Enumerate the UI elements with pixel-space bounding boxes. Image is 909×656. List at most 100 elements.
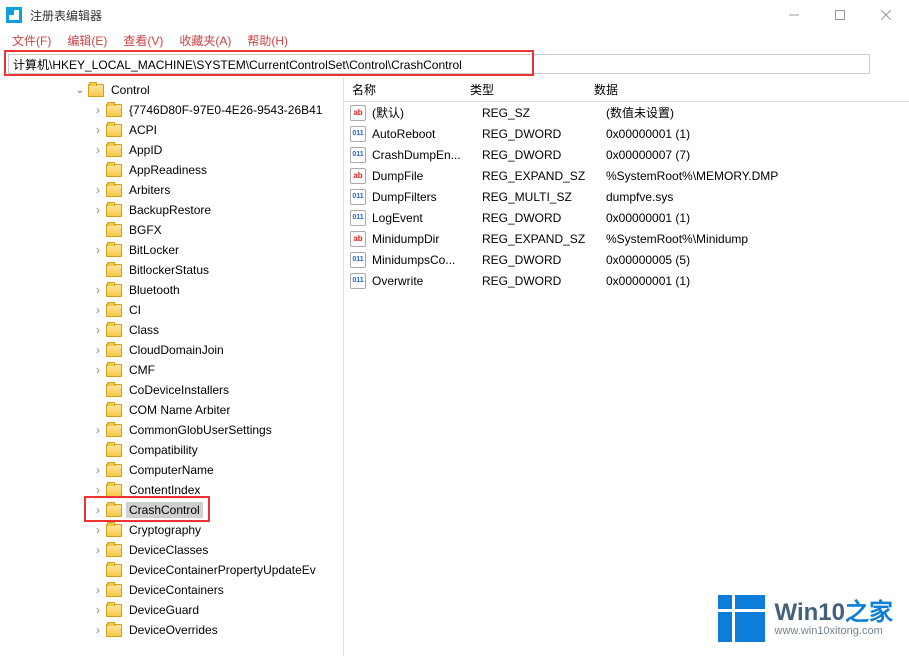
- chevron-right-icon[interactable]: [90, 463, 106, 477]
- tree-item[interactable]: CMF: [0, 360, 343, 380]
- tree-item[interactable]: Compatibility: [0, 440, 343, 460]
- tree-item[interactable]: CrashControl: [0, 500, 343, 520]
- tree-item[interactable]: CI: [0, 300, 343, 320]
- value-data: %SystemRoot%\MEMORY.DMP: [606, 169, 909, 183]
- value-row[interactable]: OverwriteREG_DWORD0x00000001 (1): [344, 270, 909, 291]
- chevron-right-icon[interactable]: [90, 363, 106, 377]
- tree-label: COM Name Arbiter: [126, 402, 233, 418]
- chevron-right-icon[interactable]: [90, 183, 106, 197]
- value-type: REG_EXPAND_SZ: [482, 169, 606, 183]
- tree-item[interactable]: DeviceContainers: [0, 580, 343, 600]
- tree-label: BitlockerStatus: [126, 262, 212, 278]
- tree-item[interactable]: BitLocker: [0, 240, 343, 260]
- tree-item[interactable]: DeviceClasses: [0, 540, 343, 560]
- menu-edit[interactable]: 编辑(E): [59, 30, 115, 51]
- chevron-right-icon[interactable]: [90, 243, 106, 257]
- tree-item[interactable]: DeviceGuard: [0, 600, 343, 620]
- watermark-brand: Win10: [775, 599, 845, 626]
- chevron-right-icon[interactable]: [90, 483, 106, 497]
- tree-label: CloudDomainJoin: [126, 342, 227, 358]
- chevron-right-icon[interactable]: [90, 583, 106, 597]
- window-title: 注册表编辑器: [30, 7, 771, 24]
- tree-item[interactable]: CommonGlobUserSettings: [0, 420, 343, 440]
- value-row[interactable]: LogEventREG_DWORD0x00000001 (1): [344, 207, 909, 228]
- value-row[interactable]: MinidumpDirREG_EXPAND_SZ%SystemRoot%\Min…: [344, 228, 909, 249]
- tree-label: ComputerName: [126, 462, 217, 478]
- folder-icon: [106, 444, 122, 457]
- value-data: 0x00000001 (1): [606, 211, 909, 225]
- folder-icon: [106, 164, 122, 177]
- tree-item[interactable]: BitlockerStatus: [0, 260, 343, 280]
- chevron-right-icon[interactable]: [90, 343, 106, 357]
- tree-item[interactable]: AppID: [0, 140, 343, 160]
- maximize-button[interactable]: [817, 0, 863, 30]
- value-name: CrashDumpEn...: [372, 148, 482, 162]
- tree-label: Arbiters: [126, 182, 173, 198]
- tree-item-control[interactable]: Control: [0, 80, 343, 100]
- tree-label: Control: [108, 82, 153, 98]
- tree-item[interactable]: BGFX: [0, 220, 343, 240]
- tree-label: AppID: [126, 142, 165, 158]
- folder-icon: [106, 524, 122, 537]
- tree-item[interactable]: DeviceContainerPropertyUpdateEv: [0, 560, 343, 580]
- value-row[interactable]: MinidumpsCo...REG_DWORD0x00000005 (5): [344, 249, 909, 270]
- address-bar[interactable]: [8, 54, 870, 74]
- menu-file[interactable]: 文件(F): [4, 30, 59, 51]
- tree-item[interactable]: BackupRestore: [0, 200, 343, 220]
- value-row[interactable]: AutoRebootREG_DWORD0x00000001 (1): [344, 123, 909, 144]
- col-type[interactable]: 类型: [462, 81, 586, 98]
- folder-icon: [106, 204, 122, 217]
- chevron-right-icon[interactable]: [90, 303, 106, 317]
- value-row[interactable]: (默认)REG_SZ(数值未设置): [344, 102, 909, 123]
- close-button[interactable]: [863, 0, 909, 30]
- chevron-right-icon[interactable]: [90, 323, 106, 337]
- chevron-right-icon[interactable]: [90, 423, 106, 437]
- tree-item[interactable]: ComputerName: [0, 460, 343, 480]
- tree-item[interactable]: CloudDomainJoin: [0, 340, 343, 360]
- chevron-right-icon[interactable]: [90, 543, 106, 557]
- tree-item[interactable]: AppReadiness: [0, 160, 343, 180]
- value-name: (默认): [372, 104, 482, 121]
- value-row[interactable]: DumpFileREG_EXPAND_SZ%SystemRoot%\MEMORY…: [344, 165, 909, 186]
- chevron-right-icon[interactable]: [90, 103, 106, 117]
- tree-item[interactable]: {7746D80F-97E0-4E26-9543-26B41: [0, 100, 343, 120]
- tree-item[interactable]: COM Name Arbiter: [0, 400, 343, 420]
- tree-item[interactable]: CoDeviceInstallers: [0, 380, 343, 400]
- values-pane[interactable]: 名称 类型 数据 (默认)REG_SZ(数值未设置)AutoRebootREG_…: [344, 78, 909, 656]
- tree-item[interactable]: Cryptography: [0, 520, 343, 540]
- tree-item[interactable]: Bluetooth: [0, 280, 343, 300]
- menu-help[interactable]: 帮助(H): [239, 30, 296, 51]
- chevron-down-icon[interactable]: [72, 85, 88, 96]
- value-data: 0x00000001 (1): [606, 274, 909, 288]
- tree-label: Bluetooth: [126, 282, 183, 298]
- col-name[interactable]: 名称: [344, 81, 462, 98]
- value-name: MinidumpDir: [372, 232, 482, 246]
- chevron-right-icon[interactable]: [90, 523, 106, 537]
- chevron-right-icon[interactable]: [90, 203, 106, 217]
- tree-item[interactable]: DeviceOverrides: [0, 620, 343, 640]
- folder-icon: [106, 624, 122, 637]
- value-row[interactable]: DumpFiltersREG_MULTI_SZdumpfve.sys: [344, 186, 909, 207]
- tree-label: CrashControl: [126, 502, 203, 518]
- col-data[interactable]: 数据: [586, 81, 909, 98]
- chevron-right-icon[interactable]: [90, 503, 106, 517]
- tree-pane[interactable]: Control {7746D80F-97E0-4E26-9543-26B41ACP…: [0, 78, 344, 656]
- folder-icon: [106, 184, 122, 197]
- chevron-right-icon[interactable]: [90, 283, 106, 297]
- chevron-right-icon[interactable]: [90, 143, 106, 157]
- dword-value-icon: [350, 210, 366, 226]
- tree-item[interactable]: ContentIndex: [0, 480, 343, 500]
- minimize-button[interactable]: [771, 0, 817, 30]
- menu-favorites[interactable]: 收藏夹(A): [171, 30, 239, 51]
- chevron-right-icon[interactable]: [90, 123, 106, 137]
- app-icon: [6, 7, 22, 23]
- dword-value-icon: [350, 126, 366, 142]
- tree-item[interactable]: ACPI: [0, 120, 343, 140]
- value-name: DumpFilters: [372, 190, 482, 204]
- tree-item[interactable]: Class: [0, 320, 343, 340]
- value-row[interactable]: CrashDumpEn...REG_DWORD0x00000007 (7): [344, 144, 909, 165]
- tree-item[interactable]: Arbiters: [0, 180, 343, 200]
- chevron-right-icon[interactable]: [90, 623, 106, 637]
- menu-view[interactable]: 查看(V): [115, 30, 171, 51]
- chevron-right-icon[interactable]: [90, 603, 106, 617]
